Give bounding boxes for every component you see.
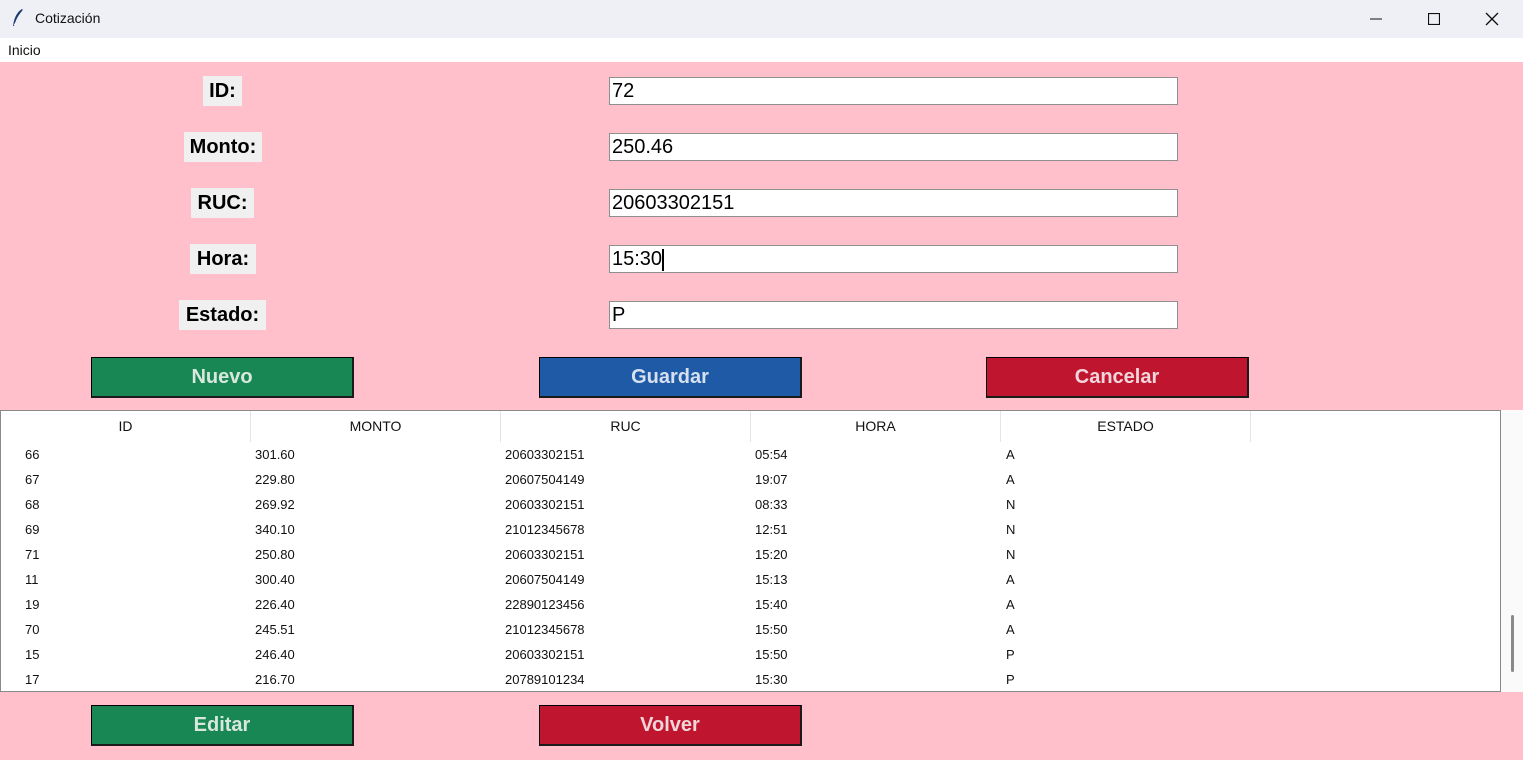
cell-estado: A <box>1006 622 1015 637</box>
cell-hora: 15:30 <box>755 672 788 687</box>
cell-monto: 246.40 <box>255 647 295 662</box>
window-title: Cotización <box>35 10 101 26</box>
cell-estado: A <box>1006 447 1015 462</box>
cell-id: 11 <box>25 572 39 587</box>
table-row[interactable]: 11 300.40 20607504149 15:13 A <box>1 567 1500 592</box>
table-row[interactable]: 15 246.40 20603302151 15:50 P <box>1 642 1500 667</box>
cell-estado: N <box>1006 547 1016 562</box>
minimize-button[interactable] <box>1347 0 1405 38</box>
estado-field[interactable] <box>609 301 1178 329</box>
cell-id: 19 <box>25 597 40 612</box>
cell-monto: 229.80 <box>255 472 295 487</box>
nuevo-button[interactable]: Nuevo <box>91 357 354 398</box>
volver-button[interactable]: Volver <box>539 705 802 746</box>
cell-ruc: 21012345678 <box>505 522 585 537</box>
cell-estado: N <box>1006 522 1016 537</box>
close-icon <box>1485 12 1499 26</box>
hora-field[interactable]: 15:30 <box>609 245 1178 273</box>
cell-id: 70 <box>25 622 40 637</box>
cell-ruc: 20603302151 <box>505 447 585 462</box>
cell-id: 68 <box>25 497 40 512</box>
cell-estado: A <box>1006 472 1015 487</box>
close-button[interactable] <box>1463 0 1521 38</box>
cell-hora: 15:40 <box>755 597 788 612</box>
cell-estado: A <box>1006 597 1015 612</box>
cell-hora: 15:13 <box>755 572 788 587</box>
table-row[interactable]: 71 250.80 20603302151 15:20 N <box>1 542 1500 567</box>
cell-estado: P <box>1006 647 1015 662</box>
maximize-button[interactable] <box>1405 0 1463 38</box>
cell-hora: 08:33 <box>755 497 788 512</box>
editar-button[interactable]: Editar <box>91 705 354 746</box>
cell-estado: P <box>1006 672 1015 687</box>
table-row[interactable]: 69 340.10 21012345678 12:51 N <box>1 517 1500 542</box>
id-label: ID: <box>203 76 242 106</box>
table-row[interactable]: 66 301.60 20603302151 05:54 A <box>1 442 1500 467</box>
cell-monto: 226.40 <box>255 597 295 612</box>
menu-bar: Inicio <box>0 38 1523 62</box>
cell-id: 66 <box>25 447 40 462</box>
cotizacion-table[interactable]: ID MONTO RUC HORA ESTADO 66 301.60 2060330… <box>0 410 1501 692</box>
cell-id: 69 <box>25 522 40 537</box>
cell-hora: 15:50 <box>755 622 788 637</box>
text-caret <box>662 248 665 271</box>
cell-monto: 300.40 <box>255 572 295 587</box>
cell-id: 67 <box>25 472 40 487</box>
cell-monto: 301.60 <box>255 447 295 462</box>
cell-id: 17 <box>25 672 40 687</box>
maximize-icon <box>1428 13 1440 25</box>
cell-ruc: 20603302151 <box>505 547 585 562</box>
cell-monto: 245.51 <box>255 622 295 637</box>
cell-id: 71 <box>25 547 40 562</box>
hora-field-value: 15:30 <box>612 248 663 270</box>
id-field[interactable] <box>609 77 1178 105</box>
cell-ruc: 20607504149 <box>505 572 585 587</box>
hora-label: Hora: <box>190 244 256 274</box>
table-scrollbar[interactable] <box>1501 410 1523 692</box>
cell-estado: A <box>1006 572 1015 587</box>
ruc-label: RUC: <box>191 188 254 218</box>
cell-hora: 12:51 <box>755 522 788 537</box>
cell-hora: 05:54 <box>755 447 788 462</box>
cell-monto: 250.80 <box>255 547 295 562</box>
cell-monto: 216.70 <box>255 672 295 687</box>
monto-field[interactable] <box>609 133 1178 161</box>
cell-ruc: 22890123456 <box>505 597 585 612</box>
cell-ruc: 21012345678 <box>505 622 585 637</box>
menu-item-inicio[interactable]: Inicio <box>8 42 41 58</box>
scrollbar-thumb[interactable] <box>1511 615 1514 672</box>
table-row[interactable]: 67 229.80 20607504149 19:07 A <box>1 467 1500 492</box>
feather-icon <box>13 9 24 26</box>
cancelar-button[interactable]: Cancelar <box>986 357 1249 398</box>
table-row[interactable]: 68 269.92 20603302151 08:33 N <box>1 492 1500 517</box>
cell-ruc: 20603302151 <box>505 497 585 512</box>
cell-ruc: 20607504149 <box>505 472 585 487</box>
cell-id: 15 <box>25 647 40 662</box>
cell-ruc: 20789101234 <box>505 672 585 687</box>
column-header-monto[interactable]: MONTO <box>251 411 501 442</box>
column-header-ruc[interactable]: RUC <box>501 411 751 442</box>
title-bar: Cotización <box>0 0 1523 38</box>
table-row[interactable]: 19 226.40 22890123456 15:40 A <box>1 592 1500 617</box>
table-header: ID MONTO RUC HORA ESTADO <box>1 411 1500 442</box>
minimize-icon <box>1370 18 1382 20</box>
cell-ruc: 20603302151 <box>505 647 585 662</box>
cell-hora: 15:50 <box>755 647 788 662</box>
column-header-estado[interactable]: ESTADO <box>1001 411 1251 442</box>
ruc-field[interactable] <box>609 189 1178 217</box>
guardar-button[interactable]: Guardar <box>539 357 802 398</box>
column-header-hora[interactable]: HORA <box>751 411 1001 442</box>
table-row[interactable]: 70 245.51 21012345678 15:50 A <box>1 617 1500 642</box>
cell-monto: 340.10 <box>255 522 295 537</box>
monto-label: Monto: <box>184 132 262 162</box>
estado-label: Estado: <box>179 300 266 330</box>
table-row[interactable]: 17 216.70 20789101234 15:30 P <box>1 667 1500 691</box>
column-header-id[interactable]: ID <box>1 411 251 442</box>
cell-estado: N <box>1006 497 1016 512</box>
cell-hora: 19:07 <box>755 472 788 487</box>
cell-hora: 15:20 <box>755 547 788 562</box>
cell-monto: 269.92 <box>255 497 295 512</box>
